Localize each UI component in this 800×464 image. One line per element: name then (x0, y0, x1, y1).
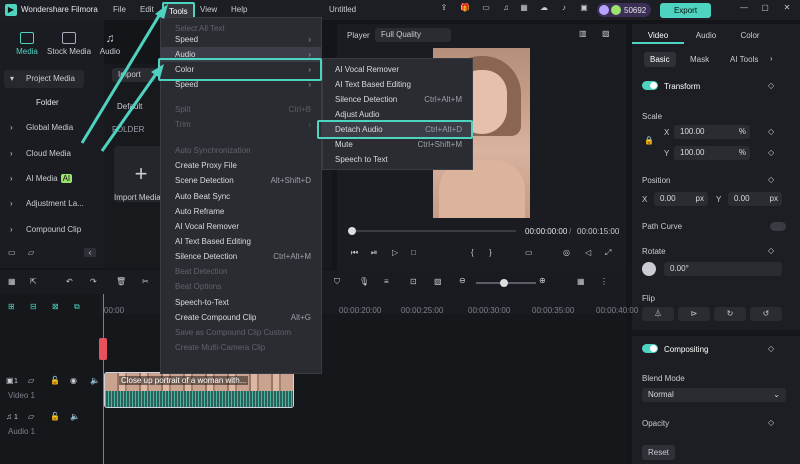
arrow-to-audio (100, 73, 158, 152)
annotation-arrows (80, 4, 168, 152)
